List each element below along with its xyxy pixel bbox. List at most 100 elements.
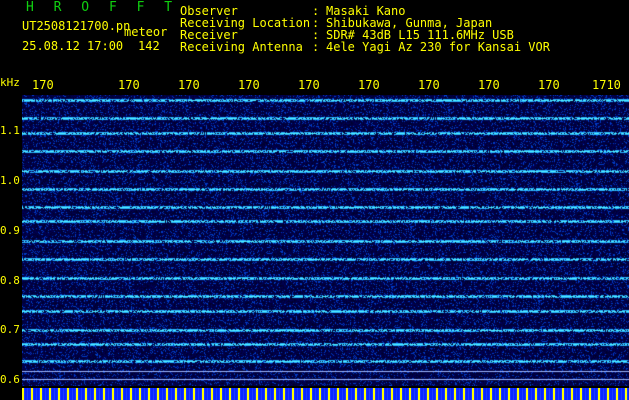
y-tick-label: 0.8 [0,274,20,287]
color-bar-stripe [82,388,84,400]
color-bar-stripe [286,388,288,400]
color-bar-stripe [97,388,99,400]
color-bar-stripe [457,388,459,400]
color-bar-stripe [469,388,471,400]
color-bar-stripe [142,388,144,400]
color-bar-stripe [379,388,381,400]
color-bar-stripe [535,388,537,400]
antenna-value: 4ele Yagi Az 230 for Kansai VOR [326,40,550,54]
color-bar-stripe [139,388,141,400]
color-bar-stripe [559,388,561,400]
color-bar-stripe [427,388,429,400]
color-bar-stripe [337,388,339,400]
color-bar-stripe [445,388,447,400]
color-bar-stripe [367,388,369,400]
color-bar-stripe [172,388,174,400]
color-bar-stripe [388,388,390,400]
color-bar-stripe [397,388,399,400]
color-bar-stripe [163,388,165,400]
color-bar-stripe [256,388,258,400]
color-bar-stripe [343,388,345,400]
colon: : [312,40,320,54]
color-bar-stripe [394,388,396,400]
color-bar-stripe [157,388,159,400]
color-bar-stripe [373,388,375,400]
color-bar-stripe [262,388,264,400]
bottom-color-bar [22,388,629,400]
color-bar-stripe [340,388,342,400]
color-bar-stripe [25,388,27,400]
color-bar-stripe [385,388,387,400]
color-bar-stripe [607,388,609,400]
color-bar-stripe [442,388,444,400]
color-bar-stripe [247,388,249,400]
color-bar-stripe [154,388,156,400]
color-bar-stripe [40,388,42,400]
color-bar-stripe [481,388,483,400]
color-bar-stripe [211,388,213,400]
color-bar-stripe [73,388,75,400]
color-bar-stripe [565,388,567,400]
color-bar-stripe [550,388,552,400]
color-bar-stripe [295,388,297,400]
color-bar-stripe [556,388,558,400]
color-bar-stripe [169,388,171,400]
color-bar-stripe [511,388,513,400]
color-bar-stripe [199,388,201,400]
color-bar-stripe [289,388,291,400]
color-bar-stripe [280,388,282,400]
color-bar-stripe [562,388,564,400]
color-bar-stripe [70,388,72,400]
timestamp-label: 25.08.12 17:00 [22,39,124,53]
color-bar-stripe [244,388,246,400]
color-bar-stripe [64,388,66,400]
color-bar-stripe [46,388,48,400]
color-bar-stripe [277,388,279,400]
color-bar-stripe [514,388,516,400]
color-bar-stripe [460,388,462,400]
color-bar-stripe [370,388,372,400]
color-bar-stripe [325,388,327,400]
color-bar-stripe [313,388,315,400]
x-tick-label: 170 [32,78,54,92]
color-bar-stripe [613,388,615,400]
color-bar-stripe [76,388,78,400]
color-bar-stripe [160,388,162,400]
color-bar-stripe [322,388,324,400]
color-bar-stripe [196,388,198,400]
y-tick-label: 0.9 [0,224,20,237]
color-bar-stripe [508,388,510,400]
color-bar-stripe [421,388,423,400]
color-bar-stripe [304,388,306,400]
color-bar-stripe [31,388,33,400]
color-bar-stripe [532,388,534,400]
color-bar-stripe [268,388,270,400]
color-bar-stripe [601,388,603,400]
color-bar-stripe [88,388,90,400]
color-bar-stripe [616,388,618,400]
color-bar-stripe [118,388,120,400]
color-bar-stripe [433,388,435,400]
color-bar-stripe [415,388,417,400]
y-axis-unit: kHz [0,76,20,89]
color-bar-stripe [580,388,582,400]
color-bar-stripe [619,388,621,400]
color-bar-stripe [487,388,489,400]
color-bar-stripe [175,388,177,400]
spectrogram-plot [22,95,629,386]
color-bar-stripe [292,388,294,400]
color-bar-stripe [493,388,495,400]
color-bar-stripe [439,388,441,400]
color-bar-stripe [406,388,408,400]
color-bar-stripe [217,388,219,400]
color-bar-stripe [625,388,627,400]
color-bar-stripe [400,388,402,400]
y-tick-label: 1.1 [0,124,20,137]
spectrogram-canvas [22,95,629,386]
color-bar-stripe [409,388,411,400]
color-bar-stripe [67,388,69,400]
color-bar-stripe [448,388,450,400]
color-bar-stripe [208,388,210,400]
color-bar-stripe [484,388,486,400]
color-bar-stripe [583,388,585,400]
